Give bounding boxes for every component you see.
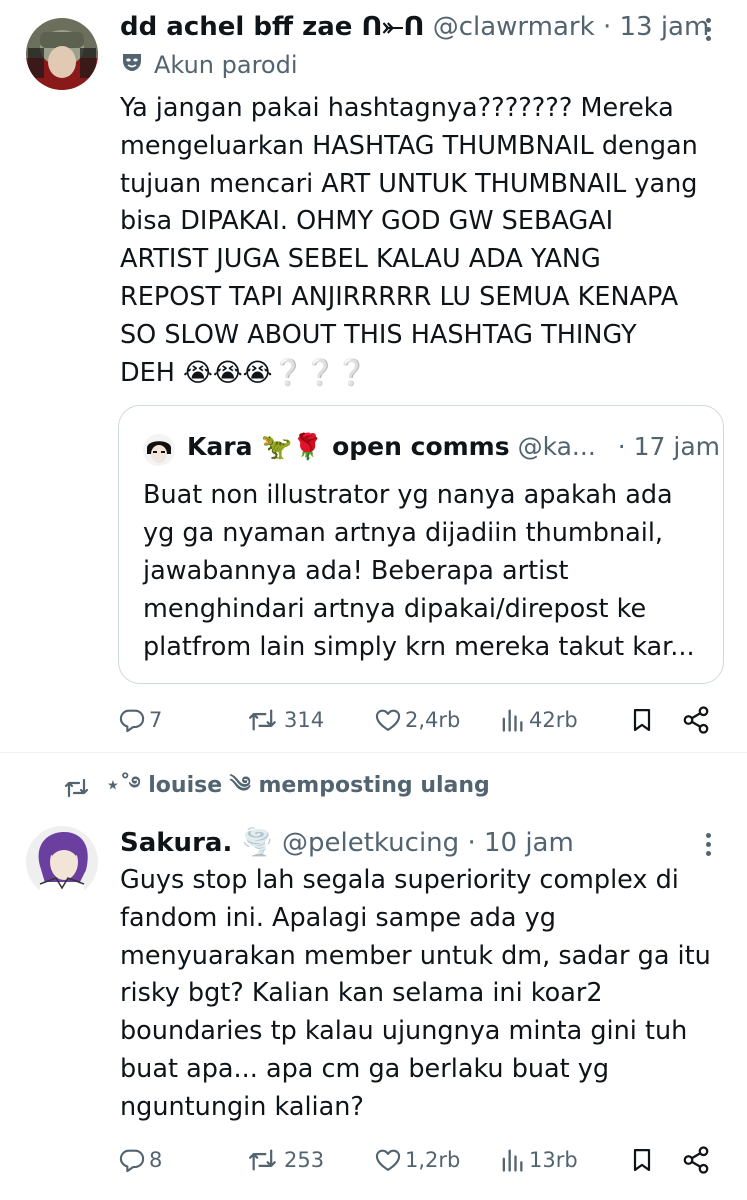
bookmark-button[interactable] bbox=[628, 1140, 656, 1180]
repost-button[interactable]: 314 bbox=[245, 700, 324, 740]
more-dot-icon bbox=[705, 832, 711, 838]
quoted-avatar[interactable] bbox=[143, 434, 175, 466]
separator: · bbox=[602, 12, 612, 42]
repost-count: 253 bbox=[284, 1148, 325, 1172]
share-icon bbox=[681, 1145, 711, 1175]
display-name[interactable]: dd achel bff zae ᑎ⤜ᑎ bbox=[120, 12, 424, 42]
reply-count: 8 bbox=[149, 1148, 163, 1172]
avatar[interactable] bbox=[26, 826, 98, 898]
like-button[interactable]: 1,2rb bbox=[374, 1140, 460, 1180]
views-button[interactable]: 13rb bbox=[498, 1140, 578, 1180]
tweet-text: Guys stop lah segala superiority complex… bbox=[120, 865, 711, 1122]
views-count: 13rb bbox=[529, 1148, 578, 1172]
bookmark-icon bbox=[628, 706, 656, 734]
reply-button[interactable]: 7 bbox=[118, 700, 162, 740]
tweet-2[interactable]: Sakura. 🌪️ @peletkucing · 10 jam Guys st… bbox=[0, 800, 747, 1200]
action-bar: 8 253 1,2rb 13rb bbox=[118, 1140, 718, 1180]
quoted-separator: · bbox=[617, 432, 626, 461]
quoted-tweet[interactable]: Kara 🦖🌹 open comms @ka... · 17 jam Buat … bbox=[118, 405, 724, 684]
quoted-handle[interactable]: @ka... bbox=[518, 432, 596, 461]
more-options-button[interactable] bbox=[693, 12, 723, 46]
tweet-header: Sakura. 🌪️ @peletkucing · 10 jam bbox=[120, 826, 574, 860]
bookmark-button[interactable] bbox=[628, 700, 656, 740]
views-button[interactable]: 42rb bbox=[498, 700, 578, 740]
timestamp[interactable]: 10 jam bbox=[484, 828, 574, 858]
avatar[interactable] bbox=[26, 18, 98, 90]
tweet-divider bbox=[0, 752, 747, 753]
like-count: 1,2rb bbox=[405, 1148, 461, 1172]
quoted-header: Kara 🦖🌹 open comms @ka... · 17 jam bbox=[187, 430, 720, 464]
like-button[interactable]: 2,4rb bbox=[374, 700, 460, 740]
more-dot-icon bbox=[705, 35, 711, 41]
action-bar: 7 314 2,4rb 42rb bbox=[118, 700, 718, 740]
handle[interactable]: @clawrmark bbox=[433, 12, 595, 42]
parody-mask-icon bbox=[120, 50, 144, 80]
share-button[interactable] bbox=[681, 1140, 711, 1180]
heart-icon bbox=[374, 1146, 402, 1174]
tweet-text: Ya jangan pakai hashtagnya??????? Mereka… bbox=[120, 93, 698, 388]
reply-icon bbox=[118, 1146, 146, 1174]
quoted-timestamp[interactable]: 17 jam bbox=[634, 432, 720, 461]
more-dot-icon bbox=[705, 26, 711, 32]
views-icon bbox=[498, 1146, 526, 1174]
views-icon bbox=[498, 706, 526, 734]
reply-button[interactable]: 8 bbox=[118, 1140, 162, 1180]
quoted-display-name[interactable]: Kara 🦖🌹 open comms bbox=[187, 432, 510, 461]
more-dot-icon bbox=[705, 17, 711, 23]
bookmark-icon bbox=[628, 1146, 656, 1174]
tweet-1[interactable]: dd achel bff zae ᑎ⤜ᑎ @clawrmark · 13 jam… bbox=[0, 0, 747, 752]
more-options-button[interactable] bbox=[693, 827, 723, 861]
reply-count: 7 bbox=[149, 708, 163, 732]
repost-icon bbox=[245, 1146, 281, 1174]
repost-count: 314 bbox=[284, 708, 325, 732]
more-dot-icon bbox=[705, 841, 711, 847]
share-icon bbox=[681, 705, 711, 735]
parody-label-text: Akun parodi bbox=[154, 51, 298, 79]
heart-icon bbox=[374, 706, 402, 734]
handle[interactable]: @peletkucing bbox=[282, 828, 459, 858]
tweet-header: dd achel bff zae ᑎ⤜ᑎ @clawrmark · 13 jam bbox=[120, 10, 709, 44]
views-count: 42rb bbox=[529, 708, 578, 732]
display-name[interactable]: Sakura. 🌪️ bbox=[120, 828, 274, 858]
share-button[interactable] bbox=[681, 700, 711, 740]
repost-button[interactable]: 253 bbox=[245, 1140, 324, 1180]
parody-label: Akun parodi bbox=[120, 50, 298, 80]
separator: · bbox=[467, 828, 476, 858]
quoted-text: Buat non illustrator yg nanya apakah ada… bbox=[143, 480, 695, 662]
more-dot-icon bbox=[705, 850, 711, 856]
reply-icon bbox=[118, 706, 146, 734]
repost-icon bbox=[245, 706, 281, 734]
like-count: 2,4rb bbox=[405, 708, 461, 732]
